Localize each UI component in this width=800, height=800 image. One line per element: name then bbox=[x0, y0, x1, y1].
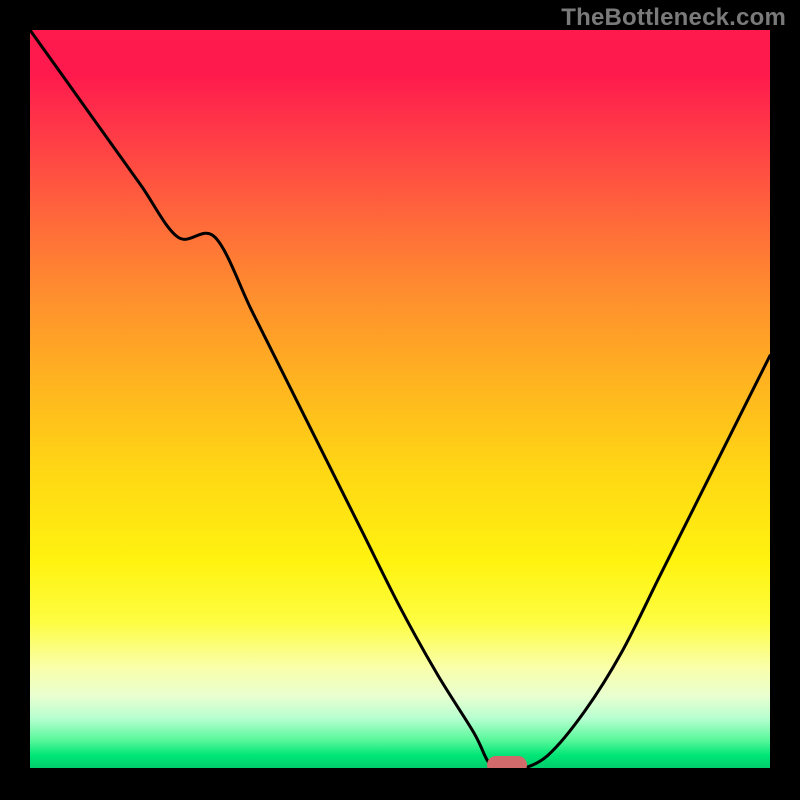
x-axis-baseline bbox=[30, 768, 770, 770]
watermark-text: TheBottleneck.com bbox=[561, 4, 786, 32]
chart-frame: TheBottleneck.com bbox=[0, 0, 800, 800]
bottleneck-curve bbox=[30, 30, 770, 770]
plot-area bbox=[30, 30, 770, 770]
